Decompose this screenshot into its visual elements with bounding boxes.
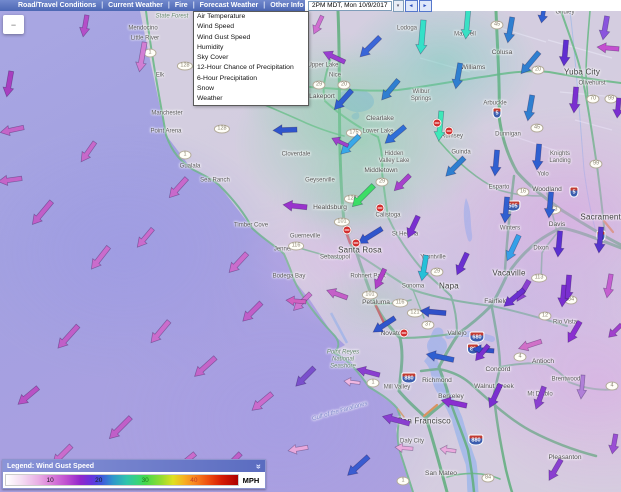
menu-option-wind-gust-speed[interactable]: Wind Gust Speed — [194, 33, 308, 43]
road-closure-marker[interactable] — [342, 225, 352, 235]
menu-item-forecast-weather[interactable]: Forecast Weather — [196, 2, 263, 9]
menu-option-wind-speed[interactable]: Wind Speed — [194, 22, 308, 32]
menu-item-current-weather[interactable]: Current Weather — [104, 2, 167, 9]
map-collapse-button[interactable]: − — [3, 15, 24, 34]
legend-tick-10: 10 — [46, 476, 54, 484]
forecast-weather-menu: Air Temperature Wind Speed Wind Gust Speed… — [193, 11, 309, 106]
datetime-prev-button[interactable]: ◄ — [404, 0, 418, 12]
weather-map-app: State Forest Mendocino Little River Elk Manc… — [0, 0, 621, 492]
legend-tick-20: 20 — [95, 476, 103, 484]
legend-collapse-icon[interactable]: » — [254, 463, 264, 468]
menu-bar: Road/Travel Conditions | Current Weather | F… — [0, 0, 305, 11]
top-menu-bar: Road/Travel Conditions | Current Weather | F… — [0, 0, 621, 12]
menu-option-snow[interactable]: Snow — [194, 84, 308, 94]
menu-option-weather[interactable]: Weather — [194, 94, 308, 104]
road-closure-marker[interactable] — [351, 238, 361, 248]
menu-item-road-travel-conditions[interactable]: Road/Travel Conditions — [14, 2, 100, 9]
legend-panel: Legend: Wind Gust Speed » 10 20 30 40 MPH — [2, 459, 266, 489]
menu-option-air-temperature[interactable]: Air Temperature — [194, 12, 308, 22]
legend-title: Legend: Wind Gust Speed — [7, 462, 95, 470]
legend-body: 10 20 30 40 MPH — [3, 472, 265, 488]
road-closure-marker[interactable] — [399, 328, 409, 338]
road-markers — [0, 0, 621, 492]
menu-item-fire[interactable]: Fire — [171, 2, 192, 9]
road-closure-marker[interactable] — [432, 118, 442, 128]
datetime-next-button[interactable]: ► — [418, 0, 432, 12]
legend-gradient-bar: 10 20 30 40 — [5, 474, 239, 486]
legend-tick-30: 30 — [141, 476, 149, 484]
road-closure-marker[interactable] — [444, 126, 454, 136]
road-closure-marker[interactable] — [375, 203, 385, 213]
menu-item-other-info[interactable]: Other Info — [266, 2, 307, 9]
legend-tick-40: 40 — [190, 476, 198, 484]
legend-unit: MPH — [239, 475, 263, 485]
legend-title-bar: Legend: Wind Gust Speed » — [3, 460, 265, 472]
datetime-bar: 2PM MDT, Mon 10/9/2017 ▾ ◄ ► — [305, 0, 621, 12]
menu-option-6-hour-precipitation[interactable]: 6-Hour Precipitation — [194, 74, 308, 84]
datetime-dropdown-icon[interactable]: ▾ — [392, 0, 404, 12]
menu-option-humidity[interactable]: Humidity — [194, 43, 308, 53]
menu-option-12-hour-chance-of-precipitation[interactable]: 12-Hour Chance of Precipitation — [194, 63, 308, 73]
menu-option-sky-cover[interactable]: Sky Cover — [194, 53, 308, 63]
datetime-select[interactable]: 2PM MDT, Mon 10/9/2017 — [308, 0, 392, 11]
